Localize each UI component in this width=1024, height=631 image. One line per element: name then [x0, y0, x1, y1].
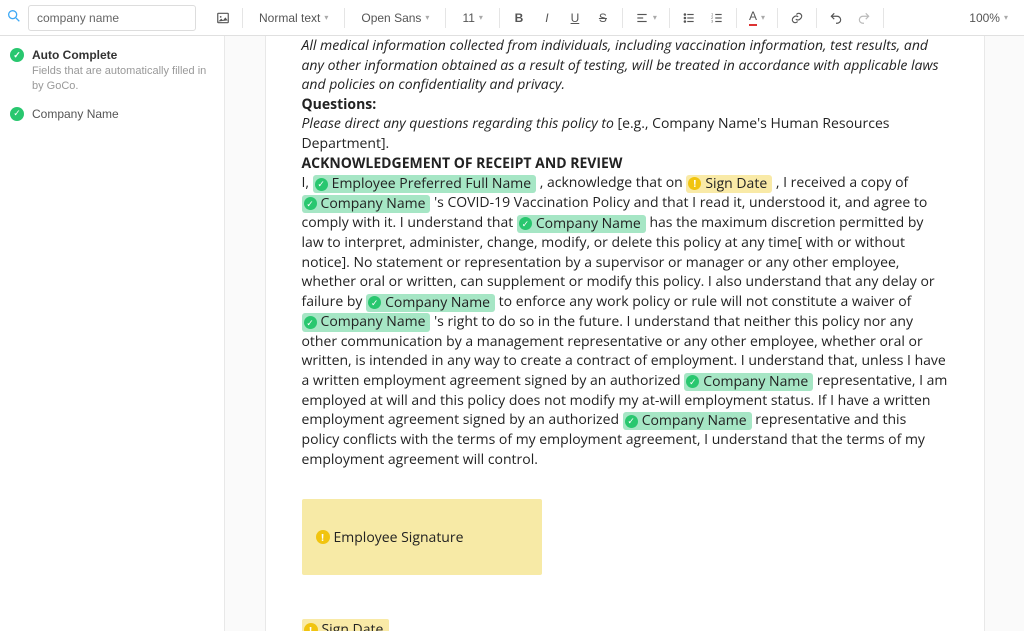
field-label: Company Name: [321, 195, 426, 213]
toolbar-divider: [816, 8, 817, 28]
field-label: Company Name: [536, 215, 641, 233]
sidebar-item-label: Company Name: [32, 107, 119, 121]
doc-ack-body[interactable]: I, ✓ Employee Preferred Full Name , ackno…: [302, 173, 948, 469]
check-icon: ✓: [315, 178, 328, 191]
doc-text: I,: [302, 173, 313, 192]
field-label: Sign Date: [322, 620, 384, 631]
toolbar-divider: [622, 8, 623, 28]
doc-text: , acknowledge that on: [540, 173, 687, 192]
redo-button[interactable]: [851, 5, 877, 31]
field-company-name[interactable]: ✓ Company Name: [684, 373, 813, 391]
field-company-name[interactable]: ✓ Company Name: [366, 294, 495, 312]
toolbar-divider: [242, 8, 243, 28]
field-label: Company Name: [321, 313, 426, 331]
font-size-select[interactable]: 11: [452, 5, 492, 31]
bold-button[interactable]: B: [506, 5, 532, 31]
check-icon: ✓: [10, 48, 24, 62]
field-sign-date[interactable]: ! Sign Date: [686, 175, 772, 193]
field-label: Company Name: [703, 373, 808, 391]
field-employee-signature[interactable]: ! Employee Signature: [302, 499, 542, 575]
field-label: Company Name: [642, 412, 747, 430]
doc-text: Please direct any questions regarding th…: [302, 114, 618, 133]
font-family-select[interactable]: Open Sans: [351, 5, 439, 31]
check-icon: ✓: [304, 316, 317, 329]
toolbar-divider: [883, 8, 884, 28]
document-page[interactable]: All medical information collected from i…: [265, 36, 985, 631]
sidebar-section-title: Auto Complete: [32, 48, 117, 62]
toolbar-divider: [736, 8, 737, 28]
doc-intro-paragraph[interactable]: All medical information collected from i…: [302, 36, 948, 95]
field-label: Employee Signature: [334, 528, 464, 548]
field-label: Company Name: [385, 294, 490, 312]
undo-button[interactable]: [823, 5, 849, 31]
check-icon: ✓: [304, 197, 317, 210]
warn-icon: !: [688, 177, 701, 190]
search-input[interactable]: [28, 5, 196, 31]
field-company-name[interactable]: ✓ Company Name: [517, 215, 646, 233]
field-sign-date-footer[interactable]: ! Sign Date: [302, 619, 390, 631]
doc-questions-heading[interactable]: Questions:: [302, 95, 948, 115]
check-icon: ✓: [686, 375, 699, 388]
underline-button[interactable]: U: [562, 5, 588, 31]
font-color-button[interactable]: A: [743, 5, 771, 31]
sidebar-section-subtitle: Fields that are automatically filled in …: [10, 64, 214, 95]
field-label: Sign Date: [705, 175, 767, 193]
doc-ack-heading[interactable]: ACKNOWLEDGEMENT OF RECEIPT AND REVIEW: [302, 154, 948, 174]
warn-icon: !: [316, 530, 330, 544]
zoom-select[interactable]: 100%: [959, 5, 1018, 31]
toolbar-divider: [344, 8, 345, 28]
sidebar-section-autocomplete: ✓ Auto Complete: [10, 48, 214, 62]
check-icon: ✓: [519, 217, 532, 230]
italic-button[interactable]: I: [534, 5, 560, 31]
sidebar: ✓ Auto Complete Fields that are automati…: [0, 36, 225, 631]
toolbar-divider: [669, 8, 670, 28]
doc-text: , I received a copy of: [776, 173, 908, 192]
field-label: Employee Preferred Full Name: [332, 175, 531, 193]
field-company-name[interactable]: ✓ Company Name: [302, 195, 431, 213]
check-icon: ✓: [625, 415, 638, 428]
doc-text: to enforce any work policy or rule will …: [499, 292, 912, 311]
search-icon[interactable]: [6, 8, 22, 27]
field-employee-full-name[interactable]: ✓ Employee Preferred Full Name: [313, 175, 536, 193]
insert-link-button[interactable]: [784, 5, 810, 31]
svg-text:3: 3: [711, 19, 713, 23]
check-icon: ✓: [10, 107, 24, 121]
doc-questions-body[interactable]: Please direct any questions regarding th…: [302, 114, 948, 153]
toolbar: Normal text Open Sans 11 B I U S 123 A: [0, 0, 1024, 36]
field-company-name[interactable]: ✓ Company Name: [302, 313, 431, 331]
align-button[interactable]: [629, 5, 663, 31]
document-canvas[interactable]: All medical information collected from i…: [225, 36, 1024, 631]
field-company-name[interactable]: ✓ Company Name: [623, 412, 752, 430]
strikethrough-button[interactable]: S: [590, 5, 616, 31]
numbered-list-button[interactable]: 123: [704, 5, 730, 31]
insert-image-button[interactable]: [210, 5, 236, 31]
check-icon: ✓: [368, 296, 381, 309]
bullet-list-button[interactable]: [676, 5, 702, 31]
toolbar-divider: [445, 8, 446, 28]
toolbar-divider: [499, 8, 500, 28]
sidebar-item-company-name[interactable]: ✓ Company Name: [10, 107, 214, 121]
paragraph-style-select[interactable]: Normal text: [249, 5, 338, 31]
warn-icon: !: [304, 623, 318, 631]
toolbar-divider: [777, 8, 778, 28]
